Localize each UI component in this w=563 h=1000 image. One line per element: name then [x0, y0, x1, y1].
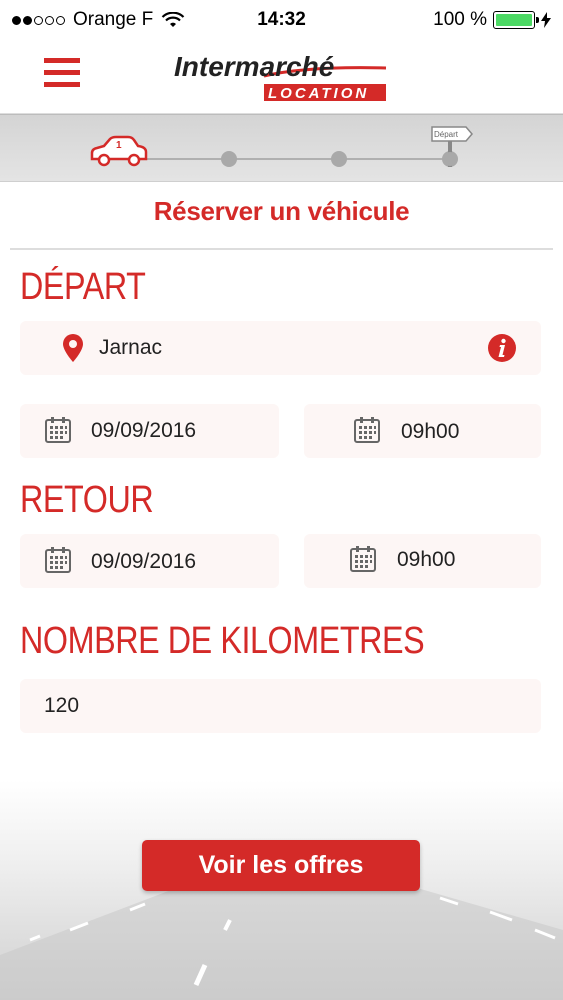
depart-time-field[interactable]: 09h00	[304, 404, 541, 458]
location-pin-icon	[63, 334, 83, 362]
depart-location-value: Jarnac	[99, 336, 163, 359]
retour-time-value: 09h00	[397, 548, 456, 571]
depart-date-field[interactable]: 09/09/2016	[20, 404, 279, 458]
calendar-icon	[45, 417, 71, 443]
depart-date-value: 09/09/2016	[91, 419, 197, 442]
step-number: 1	[116, 140, 122, 151]
km-heading: NOMBRE DE KILOMETRES	[20, 620, 425, 662]
intermarche-location-logo: Intermarché LOCATION	[174, 51, 387, 102]
battery-area: 100 %	[433, 9, 551, 31]
battery-icon	[493, 11, 539, 29]
menu-button[interactable]	[44, 58, 80, 92]
page-title: Réserver un véhicule	[153, 196, 410, 226]
progress-track	[145, 158, 450, 160]
info-icon[interactable]	[488, 334, 516, 362]
calendar-icon	[354, 417, 380, 443]
depart-location-field[interactable]: Jarnac	[20, 321, 541, 375]
logo-subtext: LOCATION	[268, 85, 369, 102]
km-input[interactable]: 120	[20, 679, 541, 733]
depart-heading: DÉPART	[20, 266, 146, 308]
status-bar: Orange F 14:32 100 %	[0, 0, 563, 40]
app-header: Intermarché LOCATION	[0, 40, 563, 114]
retour-date-field[interactable]: 09/09/2016	[20, 534, 279, 588]
retour-heading: RETOUR	[20, 479, 154, 521]
destination-signpost-icon: Départ	[431, 126, 473, 167]
signpost-label: Départ	[434, 130, 459, 139]
calendar-icon	[45, 547, 71, 573]
battery-percent: 100 %	[433, 9, 487, 30]
divider	[10, 248, 553, 250]
calendar-icon	[350, 546, 376, 572]
menu-icon	[44, 58, 80, 63]
depart-time-value: 09h00	[401, 420, 460, 443]
step-dot-2	[221, 151, 237, 167]
car-icon: 1	[90, 135, 148, 167]
km-value: 120	[44, 694, 80, 717]
logo-text: Intermarché	[174, 51, 334, 82]
charging-bolt-icon	[541, 12, 551, 28]
retour-date-value: 09/09/2016	[91, 550, 197, 573]
step-dot-3	[331, 151, 347, 167]
booking-progress: 1 Départ	[0, 114, 563, 182]
see-offers-button[interactable]: Voir les offres	[142, 840, 420, 891]
retour-time-field[interactable]: 09h00	[304, 534, 541, 588]
